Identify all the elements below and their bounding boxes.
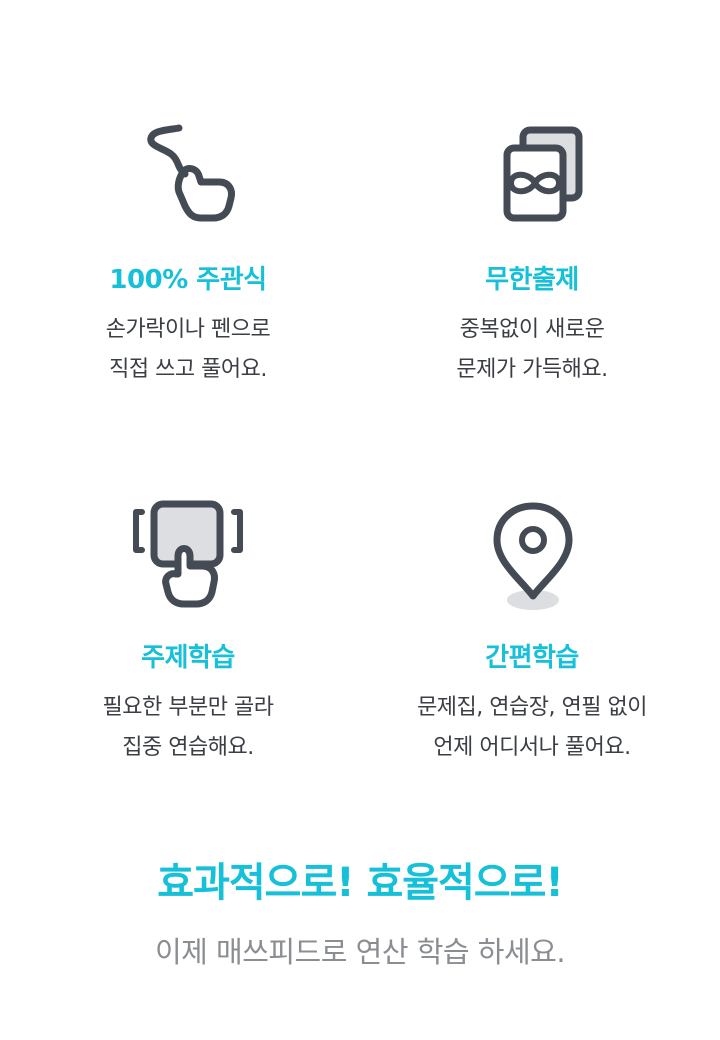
feature-description-line: 언제 어디서나 풀어요. xyxy=(433,735,631,760)
feature-title: 간편학습 xyxy=(485,643,579,673)
feature-description-line: 중복없이 새로운 xyxy=(459,317,605,342)
feature-description: 필요한 부분만 골라 집중 연습해요. xyxy=(8,688,368,768)
feature-description-line: 문제가 가득해요. xyxy=(456,357,608,382)
feature-description: 문제집, 연습장, 연필 없이 언제 어디서나 풀어요. xyxy=(352,688,712,768)
feature-title: 무한출제 xyxy=(485,265,579,295)
feature-description-line: 필요한 부분만 골라 xyxy=(102,695,274,720)
feature-description-line: 문제집, 연습장, 연필 없이 xyxy=(417,695,647,720)
feature-infinite: 무한출제 중복없이 새로운 문제가 가득해요. xyxy=(352,120,712,390)
finger-pen-icon xyxy=(147,124,235,222)
touch-select-icon xyxy=(133,500,243,608)
feature-description-line: 손가락이나 펜으로 xyxy=(105,317,271,342)
feature-description-line: 집중 연습해요. xyxy=(122,735,254,760)
feature-title: 주제학습 xyxy=(141,643,235,673)
location-pin-icon xyxy=(493,502,573,610)
slogan-subtext: 이제 매쓰피드로 연산 학습 하세요. xyxy=(154,935,566,969)
feature-easy-study: 간편학습 문제집, 연습장, 연필 없이 언제 어디서나 풀어요. xyxy=(352,500,712,768)
feature-title: 100% 주관식 xyxy=(109,265,267,295)
feature-description: 중복없이 새로운 문제가 가득해요. xyxy=(352,310,712,390)
feature-description: 손가락이나 펜으로 직접 쓰고 풀어요. xyxy=(8,310,368,390)
feature-description-line: 직접 쓰고 풀어요. xyxy=(109,357,267,382)
infinite-cards-icon xyxy=(503,126,583,222)
feature-topic-study: 주제학습 필요한 부분만 골라 집중 연습해요. xyxy=(8,500,368,768)
slogan-headline: 효과적으로! 효율적으로! xyxy=(157,860,563,906)
feature-subjective: 100% 주관식 손가락이나 펜으로 직접 쓰고 풀어요. xyxy=(8,120,368,390)
